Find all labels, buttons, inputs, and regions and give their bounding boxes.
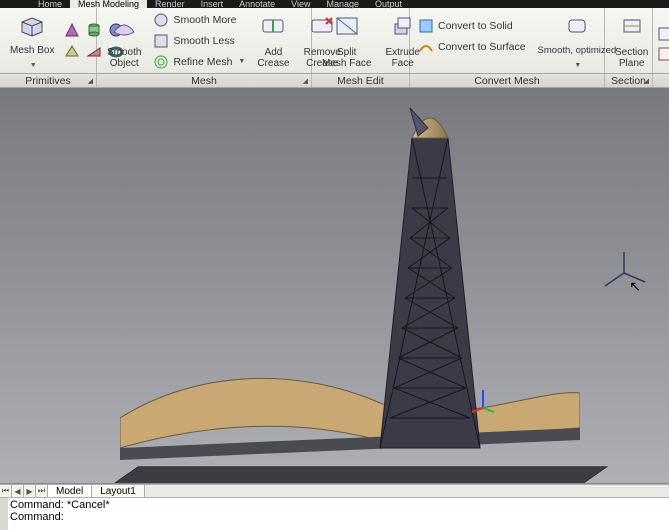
smooth-object-label: Smooth Object: [107, 47, 141, 69]
refine-mesh-label: Refine Mesh: [173, 56, 232, 68]
ribbon-group-convert-mesh: Convert to Solid Convert to Surface Smoo…: [410, 8, 605, 73]
smooth-less-label: Smooth Less: [173, 35, 234, 47]
section-plane-label: Section Plane: [615, 47, 648, 69]
tab-nav-first-button[interactable]: ⏮: [0, 485, 12, 497]
view-axis-widget[interactable]: [599, 248, 649, 298]
convert-to-solid-button[interactable]: Convert to Solid: [414, 16, 530, 36]
tab-view[interactable]: View: [283, 0, 318, 8]
refine-mesh-button[interactable]: Refine Mesh ▼: [149, 52, 249, 72]
menu-tabstrip: Home Mesh Modeling Render Insert Annotat…: [0, 0, 669, 8]
expand-icon: ◢: [303, 77, 308, 85]
panel-label-primitives[interactable]: Primitives◢: [0, 74, 97, 87]
ribbon-group-mesh-edit: Split Mesh Face Extrude Face: [312, 8, 410, 73]
mesh-box-icon: [18, 14, 46, 38]
panel-label-section[interactable]: Section◢: [605, 74, 653, 87]
tab-output[interactable]: Output: [367, 0, 410, 8]
convert-to-surface-label: Convert to Surface: [438, 41, 526, 53]
tab-nav-last-button[interactable]: ⏭: [36, 485, 48, 497]
smooth-more-icon: [153, 12, 169, 28]
ribbon: Mesh Box ▼ Smooth Object Smooth More: [0, 8, 669, 74]
expand-icon: ◢: [644, 77, 649, 85]
smooth-more-button[interactable]: Smooth More: [149, 10, 249, 30]
command-history-line: Command: *Cancel*: [10, 499, 667, 511]
split-mesh-face-button[interactable]: Split Mesh Face: [316, 10, 377, 71]
smooth-object-button[interactable]: Smooth Object: [101, 10, 147, 71]
refine-mesh-icon: [153, 54, 169, 70]
add-crease-label: Add Crease: [257, 47, 289, 69]
mesh-box-button[interactable]: Mesh Box ▼: [4, 10, 60, 71]
cursor-icon: ↖: [629, 278, 641, 295]
command-prompt: Command:: [10, 499, 67, 511]
tab-nav-next-button[interactable]: ▶: [24, 485, 36, 497]
expand-icon: ◢: [88, 77, 93, 85]
section-plane-icon: [618, 14, 646, 38]
chevron-down-icon: ▼: [30, 62, 37, 69]
tab-manage[interactable]: Manage: [318, 0, 367, 8]
ribbon-group-primitives: Mesh Box ▼: [0, 8, 97, 73]
section-plane-button[interactable]: Section Plane: [609, 10, 654, 71]
split-mesh-face-icon: [333, 14, 361, 38]
layout-tab-bar: ⏮ ◀ ▶ ⏭ Model Layout1: [0, 484, 669, 498]
smooth-less-icon: [153, 33, 169, 49]
smooth-more-label: Smooth More: [173, 14, 236, 26]
convert-to-solid-label: Convert to Solid: [438, 20, 513, 32]
section-option-2-button[interactable]: [657, 46, 669, 62]
ribbon-overflow: [653, 8, 669, 73]
panel-label-convert-mesh[interactable]: Convert Mesh: [410, 74, 605, 87]
command-echo: *Cancel*: [67, 499, 110, 511]
tab-home[interactable]: Home: [30, 0, 70, 8]
primitive-pyramid-button[interactable]: [62, 42, 82, 62]
add-crease-button[interactable]: Add Crease: [251, 10, 295, 71]
chevron-down-icon: ▼: [574, 62, 581, 69]
smooth-less-button[interactable]: Smooth Less: [149, 31, 249, 51]
convert-to-surface-button[interactable]: Convert to Surface: [414, 37, 530, 57]
mesh-box-label: Mesh Box: [10, 45, 54, 56]
ribbon-panel-labels: Primitives◢ Mesh◢ Mesh Edit Convert Mesh…: [0, 74, 669, 88]
command-input-line[interactable]: Command:: [10, 511, 667, 523]
tab-annotate[interactable]: Annotate: [231, 0, 283, 8]
primitive-cone-button[interactable]: [62, 20, 82, 40]
split-mesh-face-label: Split Mesh Face: [322, 47, 371, 69]
add-crease-icon: [259, 14, 287, 38]
panel-label-mesh-edit[interactable]: Mesh Edit: [312, 74, 410, 87]
model-tower: [320, 98, 540, 458]
tab-mesh-modeling[interactable]: Mesh Modeling: [70, 0, 147, 8]
layout1-tab[interactable]: Layout1: [92, 485, 145, 497]
panel-label-blank: [653, 74, 669, 87]
convert-surface-icon: [418, 39, 434, 55]
command-prompt: Command:: [10, 511, 64, 523]
ribbon-group-mesh: Smooth Object Smooth More Smooth Less Re…: [97, 8, 312, 73]
panel-label-mesh[interactable]: Mesh◢: [97, 74, 312, 87]
section-option-1-button[interactable]: [657, 26, 669, 42]
tab-nav-prev-button[interactable]: ◀: [12, 485, 24, 497]
convert-solid-icon: [418, 18, 434, 34]
ucs-gizmo[interactable]: [470, 388, 496, 414]
model-tab[interactable]: Model: [48, 485, 92, 497]
command-window[interactable]: Command: *Cancel* Command:: [0, 498, 669, 530]
tab-insert[interactable]: Insert: [193, 0, 232, 8]
smooth-object-icon: [110, 14, 138, 38]
viewport-3d[interactable]: ↖: [0, 88, 669, 484]
smooth-optimized-icon: [563, 14, 591, 38]
tab-render[interactable]: Render: [147, 0, 193, 8]
ribbon-group-section: Section Plane: [605, 8, 653, 73]
layout-tab-nav: ⏮ ◀ ▶ ⏭: [0, 485, 48, 497]
chevron-down-icon: ▼: [238, 58, 245, 65]
